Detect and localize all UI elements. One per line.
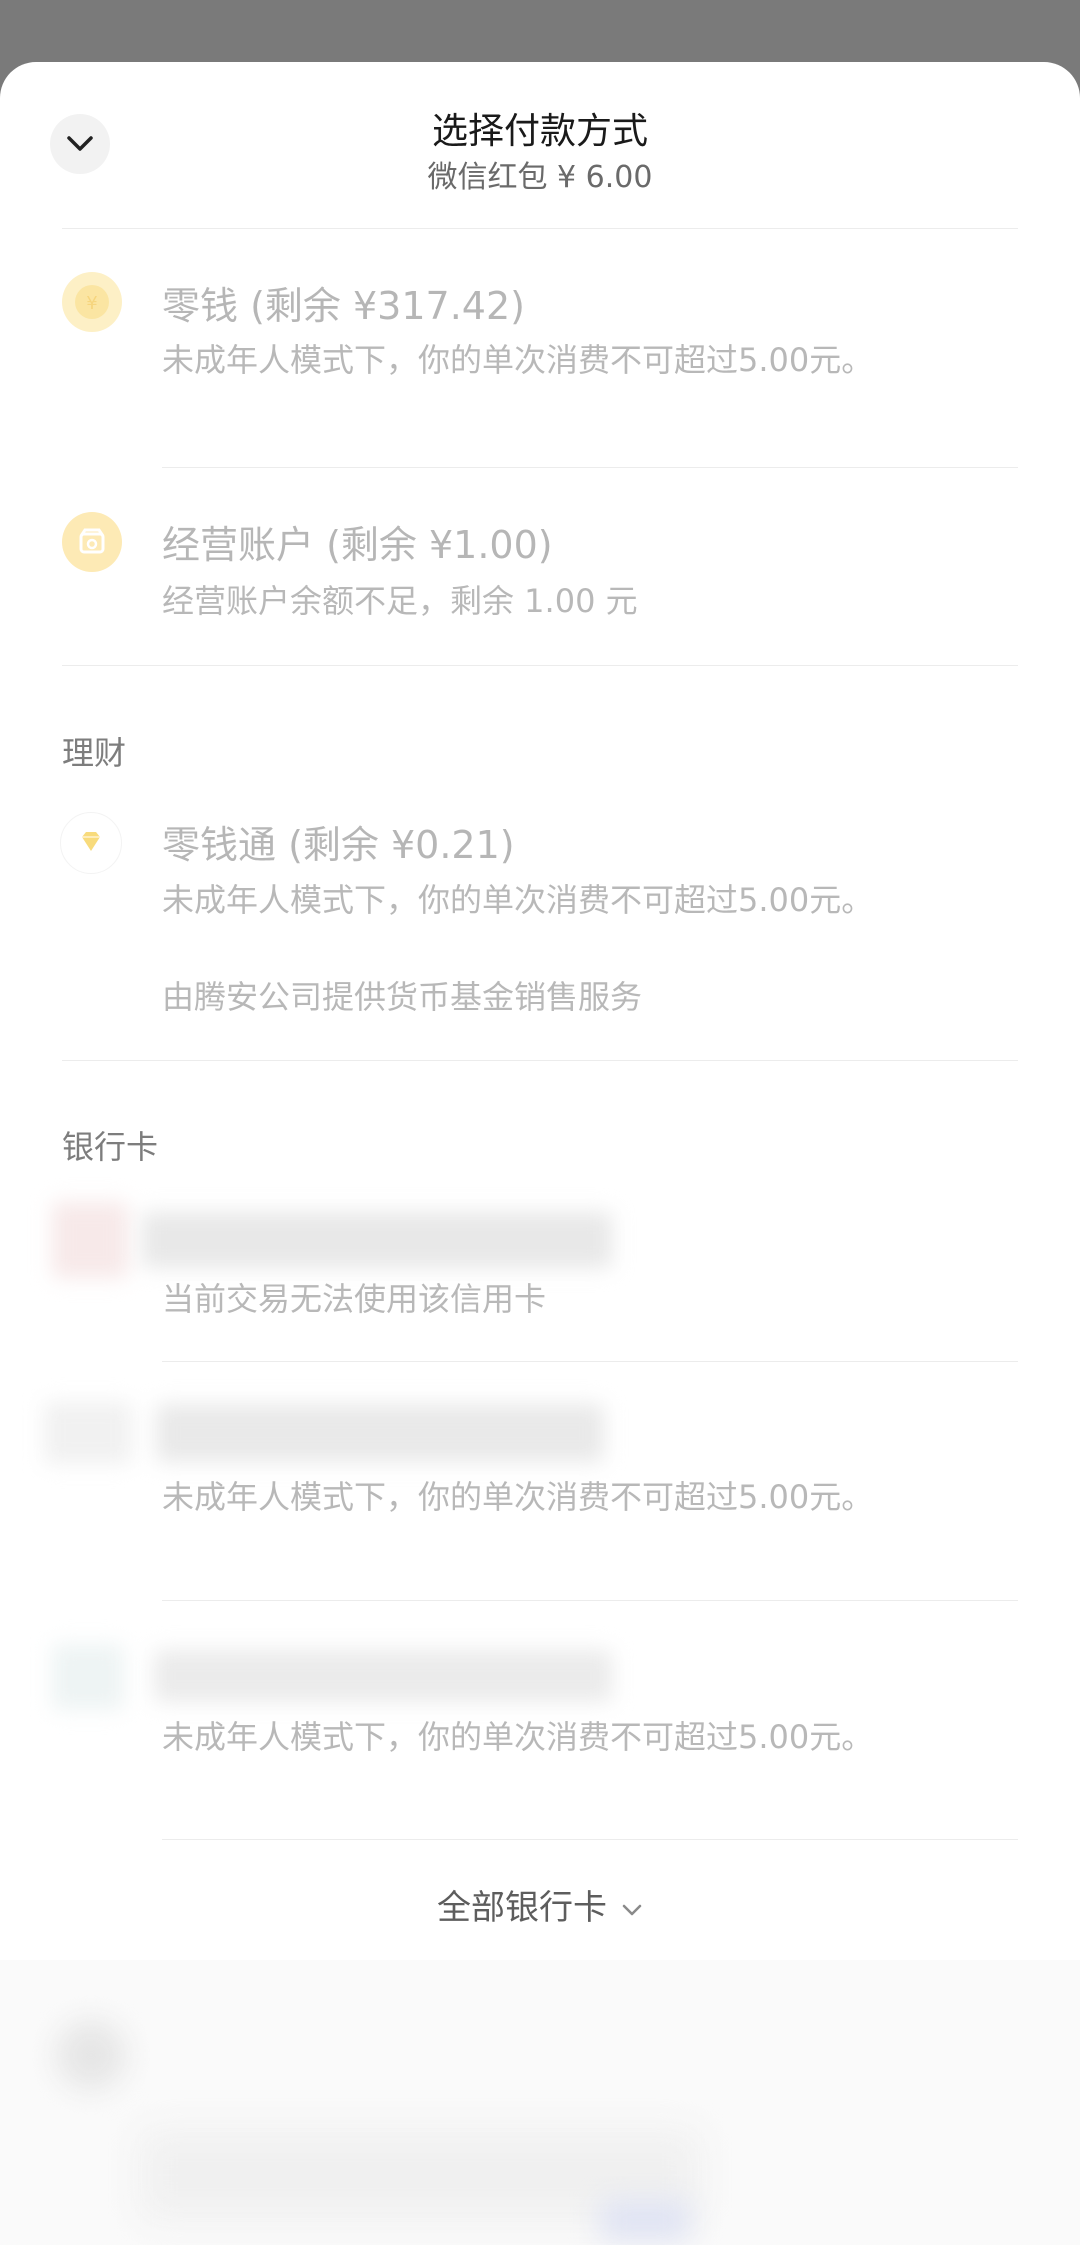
- option-note: 由腾安公司提供货币基金销售服务: [162, 978, 643, 1016]
- sheet-title: 选择付款方式: [431, 111, 648, 152]
- all-bank-cards-button[interactable]: 全部银行卡: [0, 1880, 1080, 1929]
- option-desc: 未成年人模式下，你的单次消费不可超过5.00元。: [162, 881, 874, 919]
- coin-icon: ¥: [62, 272, 122, 332]
- divider: [62, 665, 1018, 666]
- bank-card-name: [142, 1212, 612, 1268]
- bottom-blurred-area: [0, 1960, 1080, 2245]
- divider: [62, 228, 1018, 229]
- bank-card-desc: 未成年人模式下，你的单次消费不可超过5.00元。: [162, 1718, 874, 1756]
- bank-logo: [52, 1202, 128, 1278]
- bank-card-desc: 未成年人模式下，你的单次消费不可超过5.00元。: [162, 1478, 874, 1516]
- blurred-avatar: [56, 2020, 126, 2090]
- all-bank-cards-label: 全部银行卡: [437, 1888, 607, 1928]
- section-label-bank-cards: 银行卡: [62, 1128, 159, 1166]
- option-desc: 经营账户余额不足，剩余 1.00 元: [162, 582, 638, 620]
- store-icon: [62, 512, 122, 572]
- bank-card-name: [154, 1650, 612, 1702]
- divider: [162, 467, 1018, 468]
- section-label-wealth: 理财: [62, 734, 127, 772]
- bank-card-desc: 当前交易无法使用该信用卡: [162, 1280, 547, 1318]
- payment-amount: 微信红包 ¥ 6.00: [427, 160, 653, 195]
- option-title: 零钱通 (剩余 ¥0.21): [162, 823, 515, 867]
- diamond-icon: [60, 812, 122, 874]
- bank-card-name: [156, 1404, 604, 1462]
- divider: [62, 1060, 1018, 1061]
- chevron-down-icon: [622, 1904, 642, 1915]
- option-title: 零钱 (剩余 ¥317.42): [162, 284, 525, 328]
- svg-text:¥: ¥: [86, 293, 97, 314]
- divider: [162, 1600, 1018, 1601]
- divider: [162, 1361, 1018, 1362]
- divider: [162, 1839, 1018, 1840]
- blurred-badge: [600, 2200, 690, 2240]
- bank-logo: [44, 1402, 132, 1464]
- payment-sheet: 选择付款方式 微信红包 ¥ 6.00 ¥ 零钱 (剩余 ¥317.42) 未成年…: [0, 62, 1080, 2245]
- option-title: 经营账户 (剩余 ¥1.00): [162, 523, 553, 567]
- option-desc: 未成年人模式下，你的单次消费不可超过5.00元。: [162, 341, 874, 379]
- bank-logo: [52, 1644, 124, 1710]
